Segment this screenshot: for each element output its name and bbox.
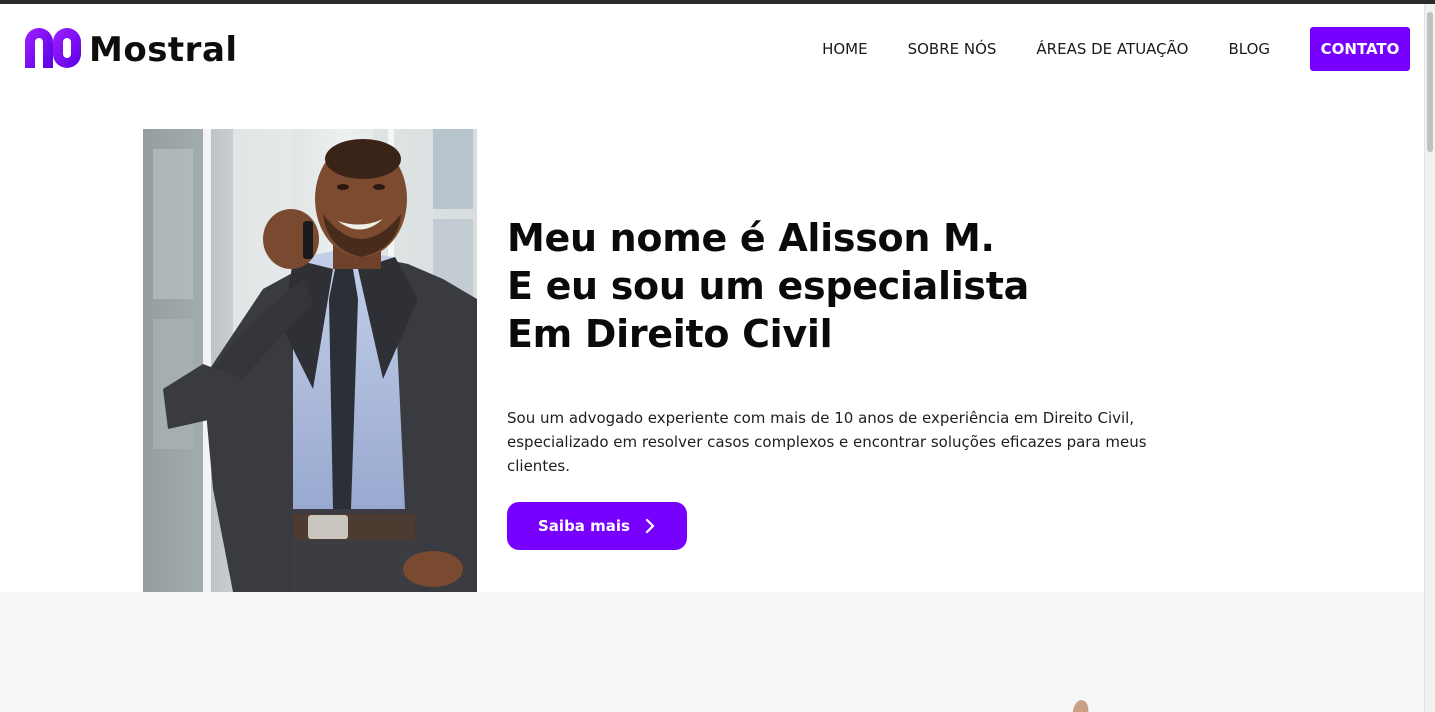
nav-sobre-nos[interactable]: SOBRE NÓS xyxy=(908,40,997,58)
nav-areas-de-atuacao[interactable]: ÁREAS DE ATUAÇÃO xyxy=(1036,40,1188,58)
logo[interactable]: Mostral xyxy=(25,28,238,68)
headline-line-2: E eu sou um especialista xyxy=(507,264,1029,308)
headline-line-3: Em Direito Civil xyxy=(507,312,833,356)
chevron-right-icon xyxy=(645,519,655,533)
nav-home[interactable]: HOME xyxy=(822,40,868,58)
nav-blog[interactable]: BLOG xyxy=(1228,40,1270,58)
page-scrollbar[interactable] xyxy=(1424,4,1435,712)
site-header: Mostral HOME SOBRE NÓS ÁREAS DE ATUAÇÃO … xyxy=(0,4,1424,94)
hero-headline: Meu nome é Alisson M. E eu sou um especi… xyxy=(507,214,1207,358)
next-section-image-peek xyxy=(1072,700,1089,712)
contact-button[interactable]: CONTATO xyxy=(1310,27,1410,71)
headline-line-1: Meu nome é Alisson M. xyxy=(507,216,995,260)
hero-description: Sou um advogado experiente com mais de 1… xyxy=(507,409,1147,475)
main-nav: HOME SOBRE NÓS ÁREAS DE ATUAÇÃO BLOG CON… xyxy=(822,27,1410,71)
hero-photo xyxy=(143,129,477,592)
mostral-m-icon xyxy=(25,28,81,68)
saiba-mais-button[interactable]: Saiba mais xyxy=(507,502,687,550)
saiba-mais-label: Saiba mais xyxy=(538,517,630,535)
hero-section: Meu nome é Alisson M. E eu sou um especi… xyxy=(0,94,1424,592)
scrollbar-thumb[interactable] xyxy=(1427,12,1433,152)
hero-text-block: Meu nome é Alisson M. E eu sou um especi… xyxy=(507,214,1207,550)
brand-name: Mostral xyxy=(89,30,238,70)
next-section xyxy=(0,592,1424,712)
smiling-lawyer-on-phone-photo xyxy=(143,129,477,592)
